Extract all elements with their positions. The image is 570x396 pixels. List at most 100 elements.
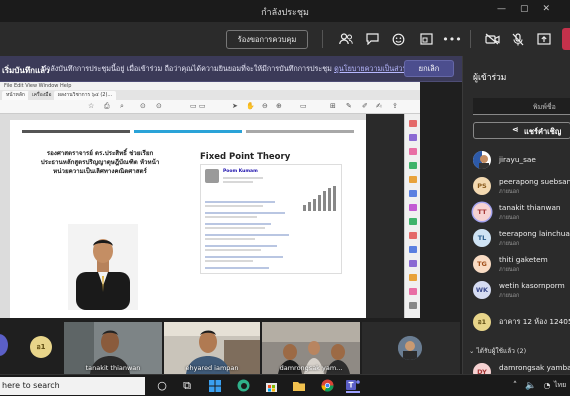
video-tile[interactable]: tanakit thianwan [64,322,162,374]
taskbar-search-text: here to search [2,381,60,390]
video-strip: อ1 tanakit thianwan ehyared iampan damro… [0,318,462,374]
participant-row[interactable]: TG thiti gaketem ภายนอก [473,252,570,278]
video-tile-name: tanakit thianwan [85,364,141,372]
pdf-toolbar: ☆ ⎙ ⌕ ⊙ ⊙ ▭ ▭ ➤ ✋ ⊖ ⊕ ▭ ⊞ ✎ ✐ ✍ ⇪ [0,100,420,114]
pdf-tool-icon [409,134,417,141]
participants-icon[interactable] [338,31,354,47]
task-view-icon[interactable]: ⧉ [180,378,194,393]
dismiss-banner-button[interactable]: ยกเลิก [404,60,454,77]
chevron-down-icon: ⌄ [469,347,475,355]
reactions-icon[interactable] [390,31,406,47]
store-icon[interactable] [264,378,278,393]
paper-meta-line [205,205,263,207]
window-controls[interactable]: —▢✕ [497,4,564,14]
mic-off-icon[interactable] [510,31,526,47]
paper-title-line [205,223,271,225]
bookmark-icon: ☆ [88,102,95,110]
slide-bar [246,130,354,133]
participant-search-input[interactable]: พิมพ์ชื่อ [473,98,570,115]
pdf-menubar: File Edit View Window Help [0,82,420,90]
participant-name: tanakit thianwan [499,203,561,212]
paper-title-line [205,212,285,214]
video-tile[interactable] [362,322,460,374]
zoom-out-icon: ⊖ [262,102,268,110]
print-icon: ⎙ [104,102,110,110]
participant-role: ภายนอก [499,241,520,247]
paper-title-line [205,245,277,247]
avatar: PS [473,177,491,195]
participant-row[interactable]: jirayu_sae [473,148,570,174]
paper-meta-line [205,216,257,218]
citations-histogram [303,186,336,211]
edge-icon[interactable] [236,378,250,393]
chevron-up-icon[interactable]: ˄ [508,378,522,393]
participant-name: thiti gaketem [499,255,548,264]
share-tray-icon[interactable] [536,31,552,47]
participant-row[interactable]: TL teerapong lainchua ภายนอก [473,226,570,252]
meeting-toolbar: ร้องขอการควบคุม ••• [0,22,570,56]
video-tile[interactable]: damrongsak yam... [262,322,360,374]
pdf-tool-icon [409,162,417,169]
scholar-line [223,177,263,179]
select-tool-icon: ➤ [232,102,238,110]
share-invite-label: แชร์คำเชิญ [524,127,562,136]
slide-bar [22,130,130,133]
share-doc-icon: ⇪ [392,102,398,110]
scholar-avatar [205,169,219,183]
pdf-tool-icon [409,288,417,295]
cortana-icon[interactable]: ○ [155,378,169,393]
participant-role: ภายนอก [499,215,520,221]
rooms-icon[interactable] [418,31,434,47]
highlight-icon: ✐ [362,102,368,110]
taskbar-search-input[interactable]: here to search [0,377,145,395]
input-language[interactable]: ไทย [554,380,566,391]
scholar-name: Poom Kumam [223,169,258,174]
window-title: กำลังประชุม [261,8,309,18]
pdf-tool-icon [409,246,417,253]
pdf-tools-rail [404,114,420,318]
request-control-button[interactable]: ร้องขอการควบคุม [226,30,308,49]
recording-banner: เริ่มบันทึกแล้ว กำลังบันทึกการประชุมนี้อ… [0,56,462,82]
participant-row[interactable]: WK wetin kasornporm ภายนอก [473,278,570,304]
paper-meta-line [205,227,265,229]
participant-role: ภายนอก [499,189,520,195]
camera-off-icon[interactable] [484,31,500,47]
pdf-tool-icon [409,190,417,197]
video-tile[interactable]: ehyared iampan [164,322,260,374]
slide-heading: Fixed Point Theory [200,152,291,162]
share-invite-button[interactable]: ⋖ แชร์คำเชิญ [473,122,570,139]
teams-icon[interactable] [346,378,360,393]
avatar [398,336,422,360]
video-tile-name: ehyared iampan [185,364,239,372]
pdf-tool-icon [409,274,417,281]
search-doc-icon: ⌕ [120,102,124,110]
self-view-bubble[interactable] [0,334,8,356]
leave-button[interactable] [562,28,570,50]
more-options-icon[interactable]: ••• [442,31,461,47]
paper-title-line [205,201,275,203]
next-page-icon: ⊙ [156,102,162,110]
comment-icon: ✎ [346,102,352,110]
pdf-tabbar: หน้าหลัก เครื่องมือ ผลงานวิชาการ ๖๔ (2).… [0,90,420,100]
start-icon[interactable] [208,378,222,393]
chrome-icon[interactable] [320,378,334,393]
pdf-tool-icon [409,120,417,127]
chat-icon[interactable] [364,31,380,47]
participant-row[interactable]: อ1 อาคาร 12 ห้อง 12405 [473,310,570,336]
participant-role: ภายนอก [499,267,520,273]
speaker-portrait [68,224,138,310]
wifi-icon[interactable]: ◔ [540,378,554,393]
participant-row[interactable]: PS peerapong suebsan ภายนอก [473,174,570,200]
toolbar-separator [322,30,323,48]
prev-page-icon: ⊙ [140,102,146,110]
volume-icon[interactable]: 🔈 [524,378,538,393]
title-bar: กำลังประชุม —▢✕ [0,0,570,22]
participant-row[interactable]: TT tanakit thianwan ภายนอก [473,200,570,226]
pdf-tool-icon [409,176,417,183]
participant-name: wetin kasornporm [499,281,565,290]
speaker-title: รองศาสตราจารย์ ดร.ประสิทธิ์ ช่วยเรียก ปร… [40,150,160,175]
windows-taskbar: here to search ○ ⧉ ˄ 🔈 ◔ ไทย [0,374,570,396]
file-explorer-icon[interactable] [292,378,306,393]
invited-section-header[interactable]: ⌄ ได้รับผู้ใช้แล้ว (2) [469,346,526,356]
video-tile-name: damrongsak yam... [279,364,343,372]
